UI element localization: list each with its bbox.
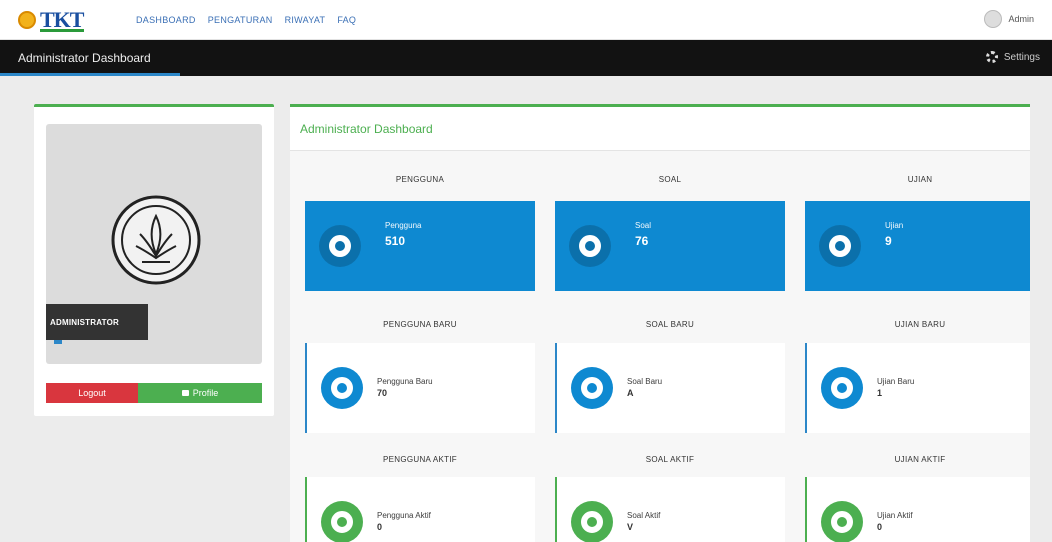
- settings-link[interactable]: Settings: [985, 51, 1040, 63]
- profile-image: ADMINISTRATOR: [46, 124, 262, 364]
- logo-emblem-icon: [18, 10, 36, 29]
- stat-value: 9: [885, 234, 892, 248]
- stat-label: Ujian Aktif: [877, 511, 913, 520]
- logo[interactable]: TKT: [18, 7, 108, 33]
- role-indicator: [54, 340, 62, 344]
- stat-label: Pengguna Baru: [377, 377, 433, 386]
- section-title: UJIAN BARU: [894, 320, 946, 329]
- stat-label: Soal: [635, 221, 652, 230]
- lifebuoy-icon: [819, 225, 861, 267]
- section-title: PENGGUNA AKTIF: [383, 455, 457, 464]
- stat-label: Pengguna Aktif: [377, 511, 431, 520]
- section-title: SOAL BARU: [645, 320, 695, 329]
- stat-value: A: [627, 388, 634, 398]
- stat-value: 0: [877, 522, 883, 532]
- lock-icon: [181, 390, 189, 396]
- lifebuoy-icon: [821, 367, 863, 409]
- lifebuoy-icon: [319, 225, 361, 267]
- stat-value: V: [627, 522, 634, 532]
- lifebuoy-icon: [571, 501, 613, 542]
- logout-button[interactable]: Logout: [46, 383, 138, 403]
- stat-label: Soal Aktif: [627, 511, 661, 520]
- section-title: UJIAN: [907, 175, 933, 184]
- nav-links: DASHBOARD PENGATURAN RIWAYAT FAQ: [136, 15, 356, 25]
- stat-value: 70: [377, 388, 388, 398]
- lifebuoy-icon: [571, 367, 613, 409]
- user-name: Admin: [1008, 14, 1034, 24]
- section-title: SOAL: [658, 175, 682, 184]
- nav-link-history[interactable]: RIWAYAT: [285, 15, 326, 25]
- stat-card[interactable]: Pengguna Baru 70: [305, 343, 535, 433]
- section-title: UJIAN AKTIF: [894, 455, 946, 464]
- stat-label: Ujian: [885, 221, 904, 230]
- stat-card[interactable]: Ujian Baru 1: [805, 343, 1030, 433]
- section-title: SOAL AKTIF: [645, 455, 695, 464]
- stat-value: 0: [377, 522, 383, 532]
- gear-icon: [985, 51, 998, 63]
- stat-value: 76: [635, 234, 649, 248]
- top-navbar: TKT DASHBOARD PENGATURAN RIWAYAT FAQ Adm…: [0, 0, 1052, 40]
- stat-value: 510: [385, 234, 406, 248]
- profile-button[interactable]: Profile: [138, 383, 262, 403]
- settings-label: Settings: [1003, 51, 1040, 63]
- nav-link-faq[interactable]: FAQ: [337, 15, 356, 25]
- section-title: PENGGUNA BARU: [383, 320, 457, 329]
- stat-card[interactable]: Soal Baru A: [555, 343, 785, 433]
- profile-card: ADMINISTRATOR Logout Profile: [34, 104, 274, 416]
- logo-text: TKT: [40, 6, 84, 32]
- title-bar: Administrator Dashboard Settings: [0, 40, 1052, 76]
- role-label: ADMINISTRATOR: [46, 304, 148, 340]
- stat-card[interactable]: Ujian Aktif 0: [805, 477, 1030, 542]
- stat-label: Ujian Baru: [877, 377, 915, 386]
- section-title: PENGGUNA: [395, 175, 445, 184]
- dashboard-panel: Administrator Dashboard PENGGUNA Penggun…: [290, 104, 1030, 542]
- stat-label: Pengguna: [385, 221, 422, 230]
- stat-card[interactable]: Pengguna Aktif 0: [305, 477, 535, 542]
- lifebuoy-icon: [321, 367, 363, 409]
- stat-label: Soal Baru: [627, 377, 663, 386]
- stat-card[interactable]: Soal Aktif V: [555, 477, 785, 542]
- stat-card[interactable]: Soal 76: [555, 201, 785, 291]
- stat-card[interactable]: Ujian 9: [805, 201, 1030, 291]
- active-tab-indicator: [0, 73, 180, 76]
- nav-link-settings[interactable]: PENGATURAN: [208, 15, 273, 25]
- lifebuoy-icon: [569, 225, 611, 267]
- user-menu[interactable]: Admin: [984, 10, 1034, 28]
- avatar: [984, 10, 1003, 28]
- seal-icon: [111, 195, 201, 285]
- stat-value: 1: [877, 388, 883, 398]
- profile-actions: Logout Profile: [46, 383, 262, 403]
- nav-link-dashboard[interactable]: DASHBOARD: [136, 15, 196, 25]
- page-title: Administrator Dashboard: [18, 51, 151, 65]
- panel-title: Administrator Dashboard: [290, 107, 1030, 151]
- lifebuoy-icon: [821, 501, 863, 542]
- lifebuoy-icon: [321, 501, 363, 542]
- stat-card[interactable]: Pengguna 510: [305, 201, 535, 291]
